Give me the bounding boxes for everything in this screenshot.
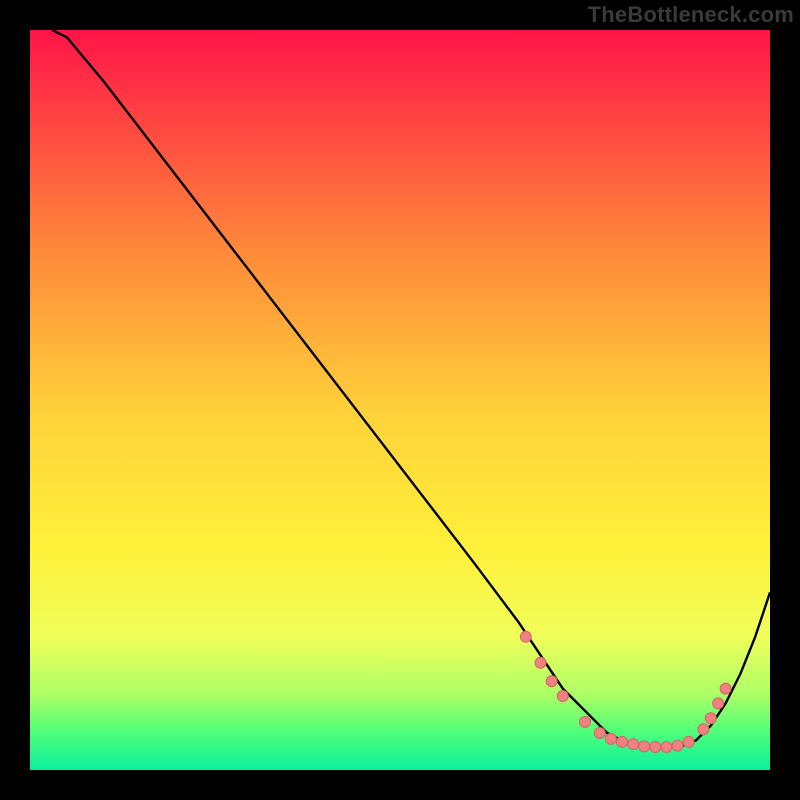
data-dot	[650, 742, 661, 753]
data-dot	[535, 657, 546, 668]
curve-dots	[520, 631, 731, 752]
data-dot	[557, 691, 568, 702]
data-dot	[617, 736, 628, 747]
data-dot	[683, 736, 694, 747]
data-dot	[605, 733, 616, 744]
data-dot	[661, 742, 672, 753]
data-dot	[698, 724, 709, 735]
chart-stage: TheBottleneck.com	[0, 0, 800, 800]
bottleneck-curve	[52, 30, 770, 748]
data-dot	[672, 740, 683, 751]
data-dot	[546, 676, 557, 687]
data-dot	[720, 683, 731, 694]
data-dot	[639, 741, 650, 752]
data-dot	[594, 728, 605, 739]
data-dot	[580, 716, 591, 727]
data-dot	[628, 739, 639, 750]
watermark-text: TheBottleneck.com	[588, 2, 794, 28]
plot-area	[30, 30, 770, 770]
curve-layer	[30, 30, 770, 770]
data-dot	[713, 698, 724, 709]
data-dot	[705, 713, 716, 724]
data-dot	[520, 631, 531, 642]
